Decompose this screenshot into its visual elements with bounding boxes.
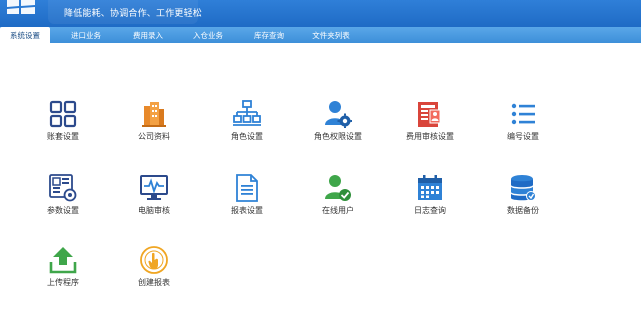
numbered-list-icon: [511, 103, 535, 125]
main-tab-bar: 系统设置 进口业务 费用录入 入仓业务 库存查询 文件夹列表: [0, 27, 641, 43]
tile-account-settings[interactable]: 账套设置: [23, 100, 103, 150]
fee-audit-icon: [418, 102, 441, 127]
tile-label: 角色权限设置: [314, 132, 362, 141]
tile-upload-program[interactable]: 上传程序: [23, 246, 103, 296]
tile-create-report[interactable]: 创建报表: [114, 246, 194, 296]
grid-squares-icon: [49, 100, 77, 128]
user-check-icon: [325, 175, 351, 201]
windows-logo-icon: [7, 0, 35, 14]
tile-label: 上传程序: [47, 278, 79, 287]
calendar-icon: [418, 175, 442, 200]
document-icon: [236, 174, 258, 202]
tile-label: 电脑审核: [138, 206, 170, 215]
upload-icon: [49, 247, 77, 274]
tab-folder-list[interactable]: 文件夹列表: [300, 27, 362, 43]
user-gear-icon: [325, 101, 352, 128]
company-building-icon: [142, 102, 166, 127]
tile-numbering-settings[interactable]: 编号设置: [483, 100, 563, 150]
tile-label: 报表设置: [231, 206, 263, 215]
tile-role-settings[interactable]: 角色设置: [207, 100, 287, 150]
tab-warehouse-inbound[interactable]: 入仓业务: [178, 27, 238, 43]
tile-label: 日志查询: [414, 206, 446, 215]
tile-label: 编号设置: [507, 132, 539, 141]
tile-label: 创建报表: [138, 278, 170, 287]
touch-hand-icon: [140, 246, 168, 274]
slogan-text: 降低能耗、协调合作、工作更轻松: [64, 9, 203, 19]
tab-system-settings[interactable]: 系统设置: [0, 27, 50, 43]
tile-label: 在线用户: [322, 206, 354, 215]
tile-computer-audit[interactable]: 电脑审核: [114, 174, 194, 224]
tab-inventory-query[interactable]: 库存查询: [238, 27, 300, 43]
tile-label: 费用审核设置: [406, 132, 454, 141]
monitor-pulse-icon: [140, 175, 168, 200]
parameter-gear-icon: [49, 174, 77, 202]
database-icon: [511, 175, 536, 201]
tile-report-settings[interactable]: 报表设置: [207, 174, 287, 224]
app-header: 降低能耗、协调合作、工作更轻松: [0, 0, 641, 27]
tile-label: 角色设置: [231, 132, 263, 141]
tab-fee-entry[interactable]: 费用录入: [118, 27, 178, 43]
function-grid: 账套设置 公司资料 角色设置 角色权限设置 费用审核设置 编号设置 参数设置 电…: [0, 43, 641, 321]
tile-online-users[interactable]: 在线用户: [298, 174, 378, 224]
tile-role-permission-settings[interactable]: 角色权限设置: [298, 100, 378, 150]
tile-label: 参数设置: [47, 206, 79, 215]
org-chart-icon: [233, 100, 261, 126]
tile-log-query[interactable]: 日志查询: [390, 174, 470, 224]
tile-company-info[interactable]: 公司资料: [114, 100, 194, 150]
tile-label: 公司资料: [138, 132, 170, 141]
tile-parameter-settings[interactable]: 参数设置: [23, 174, 103, 224]
tile-label: 数据备份: [507, 206, 539, 215]
tile-label: 账套设置: [47, 132, 79, 141]
tile-fee-audit-settings[interactable]: 费用审核设置: [390, 100, 470, 150]
tile-data-backup[interactable]: 数据备份: [483, 174, 563, 224]
tab-import-business[interactable]: 进口业务: [54, 27, 118, 43]
